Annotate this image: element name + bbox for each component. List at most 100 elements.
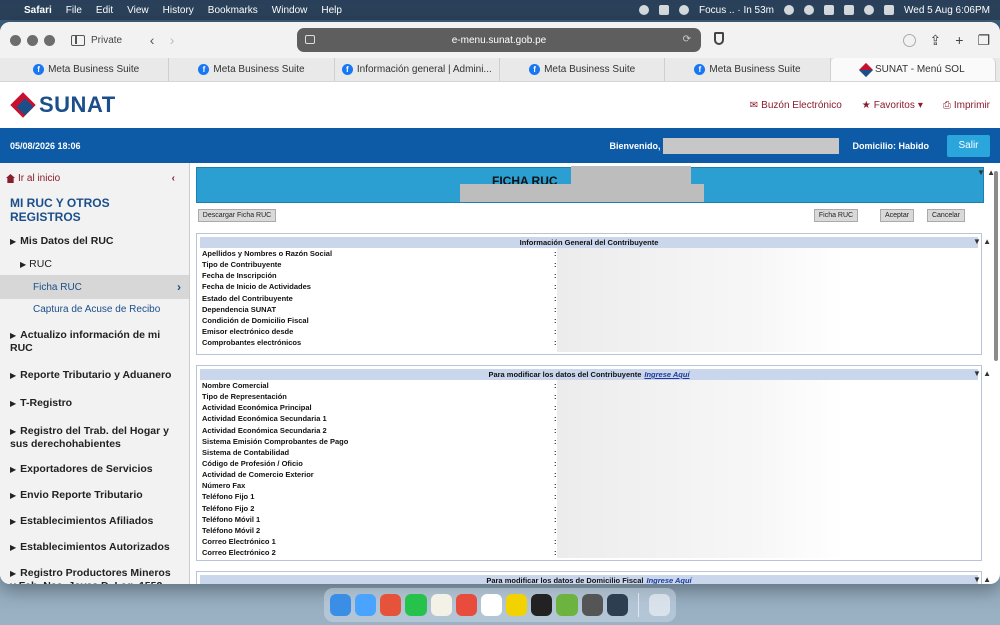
ir-al-inicio-link[interactable]: Ir al inicio ‹	[0, 163, 189, 192]
play-icon[interactable]	[804, 5, 815, 15]
menu-history[interactable]: History	[163, 5, 194, 16]
salir-button[interactable]: Salir	[947, 134, 990, 157]
trash-icon[interactable]	[648, 594, 670, 616]
panel-datos-contribuyente: Para modificar los datos del Contribuyen…	[196, 365, 991, 561]
menu-help[interactable]: Help	[321, 5, 342, 16]
tab-info-general[interactable]: f Información general | Admini...	[335, 58, 500, 81]
nav-t-registro[interactable]: ▶ T-Registro	[0, 392, 189, 415]
menubar-clock[interactable]: Wed 5 Aug 6:06PM	[904, 5, 990, 16]
share-icon[interactable]: ⇪	[930, 32, 942, 49]
nav-reporte-tributario[interactable]: ▶ Reporte Tributario y Aduanero	[0, 364, 189, 387]
asana-icon[interactable]	[455, 594, 477, 616]
tab-sunat[interactable]: SUNAT - Menú SOL	[830, 58, 996, 81]
sidebar-toggle-icon[interactable]	[71, 34, 85, 46]
download-icon[interactable]	[902, 33, 916, 47]
zoom-window-button[interactable]	[44, 34, 55, 46]
battery-icon[interactable]	[844, 5, 855, 15]
spotlight-icon[interactable]	[864, 5, 875, 15]
redacted-values	[557, 380, 845, 558]
vertical-scrollbar[interactable]	[994, 171, 998, 361]
timer-icon[interactable]	[784, 5, 795, 15]
new-tab-icon[interactable]: +	[955, 32, 963, 48]
bluetooth-icon[interactable]	[658, 5, 669, 15]
nav-envio-reporte[interactable]: ▶ Envio Reporte Tributario	[0, 484, 189, 507]
ficha-ruc-button[interactable]: Ficha RUC	[814, 209, 858, 222]
wifi-icon[interactable]	[824, 5, 835, 15]
home-icon	[6, 174, 15, 183]
menu-bookmarks[interactable]: Bookmarks	[208, 5, 258, 16]
nav-ficha-ruc[interactable]: Ficha RUC ›	[0, 275, 189, 299]
panel-collapse-icon[interactable]: ▼ ▲	[973, 237, 991, 246]
translate-reload-icon[interactable]: ⟳	[683, 34, 691, 45]
tab-overview-icon[interactable]	[305, 35, 315, 44]
session-bar: 05/08/2026 18:06 Bienvenido, Domicilio: …	[0, 128, 1000, 163]
privacy-shield-icon[interactable]	[714, 32, 724, 45]
minimize-window-button[interactable]	[27, 34, 38, 46]
brave-icon[interactable]	[380, 594, 402, 616]
facebook-icon: f	[198, 64, 210, 75]
notes-icon[interactable]	[430, 594, 452, 616]
dots-app-icon[interactable]	[531, 594, 553, 616]
collapse-controls[interactable]: ▼ ▲	[977, 168, 995, 177]
finder-icon[interactable]	[330, 594, 352, 616]
chevron-left-icon[interactable]: ‹	[172, 173, 175, 184]
aceptar-button[interactable]: Aceptar	[880, 209, 914, 222]
menu-view[interactable]: View	[127, 5, 149, 16]
close-window-button[interactable]	[10, 34, 21, 46]
control-center-icon[interactable]	[884, 5, 895, 15]
buzon-link[interactable]: ✉ Buzón Electrónico	[750, 100, 842, 111]
panel-datos-contribuyente-title: Para modificar los datos del Contribuyen…	[200, 369, 978, 380]
nav-captura-acuse[interactable]: Captura de Acuse de Recibo	[0, 299, 189, 320]
redacted-ruc-number	[571, 166, 691, 184]
panel-collapse-icon[interactable]: ▼ ▲	[973, 369, 991, 378]
address-bar[interactable]: e-menu.sunat.gob.pe ⟳	[297, 28, 701, 52]
focus-status[interactable]: Focus .. · In 53m	[699, 5, 774, 16]
status-icon[interactable]	[638, 5, 649, 15]
sunat-logo[interactable]: SUNAT	[10, 92, 116, 118]
slack-icon[interactable]	[480, 594, 503, 616]
back-arrow-icon[interactable]: ‹	[142, 32, 162, 48]
ingrese-aqui-link[interactable]: Ingrese Aquí	[644, 370, 689, 379]
url-text: e-menu.sunat.gob.pe	[451, 34, 547, 46]
chat-app-icon[interactable]	[506, 594, 528, 616]
tab-meta-4[interactable]: f Meta Business Suite	[665, 58, 831, 81]
menu-file[interactable]: File	[66, 5, 82, 16]
nav-actualizo-info[interactable]: ▶ Actualizo información de mi RUC	[0, 324, 189, 359]
ingrese-aqui-domicilio-link[interactable]: Ingrese Aquí	[646, 576, 691, 584]
menu-app[interactable]: Safari	[24, 5, 52, 16]
redacted-username	[662, 137, 839, 154]
brightness-icon[interactable]	[678, 5, 689, 15]
whatsapp-icon[interactable]	[405, 594, 427, 616]
panel-collapse-icon[interactable]: ▼ ▲	[973, 575, 991, 584]
facebook-icon: f	[529, 64, 541, 75]
tab-meta-1[interactable]: f Meta Business Suite	[4, 58, 170, 81]
nav-ruc[interactable]: ▶ RUC	[0, 253, 189, 275]
triangle-right-icon: ▶	[10, 517, 17, 526]
tab-meta-2[interactable]: f Meta Business Suite	[169, 58, 335, 81]
cancelar-button[interactable]: Cancelar	[927, 209, 965, 222]
descargar-ficha-button[interactable]: Descargar Ficha RUC	[198, 209, 276, 222]
nav-establecimientos-afiliados[interactable]: ▶ Establecimientos Afiliados	[0, 510, 189, 533]
triangle-right-icon: ▶	[10, 543, 17, 552]
nav-establecimientos-autorizados[interactable]: ▶ Establecimientos Autorizados	[0, 536, 189, 559]
menu-edit[interactable]: Edit	[96, 5, 113, 16]
safari-icon[interactable]	[355, 594, 377, 616]
forward-arrow-icon[interactable]: ›	[162, 32, 182, 48]
nav-mis-datos[interactable]: ▶ Mis Datos del RUC	[0, 230, 189, 253]
spiral-app-icon[interactable]	[556, 594, 578, 616]
tab-grid-icon[interactable]: ❐	[977, 32, 990, 49]
nav-exportadores[interactable]: ▶ Exportadores de Servicios	[0, 458, 189, 481]
menu-window[interactable]: Window	[272, 5, 308, 16]
favoritos-link[interactable]: ★ Favoritos ▾	[862, 100, 923, 111]
tab-bar: f Meta Business Suite f Meta Business Suit…	[0, 58, 1000, 82]
nav-productores-mineros[interactable]: ▶Registro Productores Mineros y Fab. Nac…	[0, 562, 189, 584]
chevron-right-icon: ›	[177, 280, 181, 294]
header-links: ✉ Buzón Electrónico ★ Favoritos ▾ ⎙ Imprimir	[750, 100, 990, 111]
triangle-right-icon: ▶	[10, 399, 17, 408]
nav-trab-hogar[interactable]: ▶ Registro del Trab. del Hogar y sus dere…	[0, 420, 189, 455]
macos-dock	[324, 588, 676, 622]
preview-icon[interactable]	[606, 594, 628, 616]
globe-app-icon[interactable]	[581, 594, 603, 616]
imprimir-link[interactable]: ⎙ Imprimir	[943, 100, 990, 111]
tab-meta-3[interactable]: f Meta Business Suite	[500, 58, 666, 81]
